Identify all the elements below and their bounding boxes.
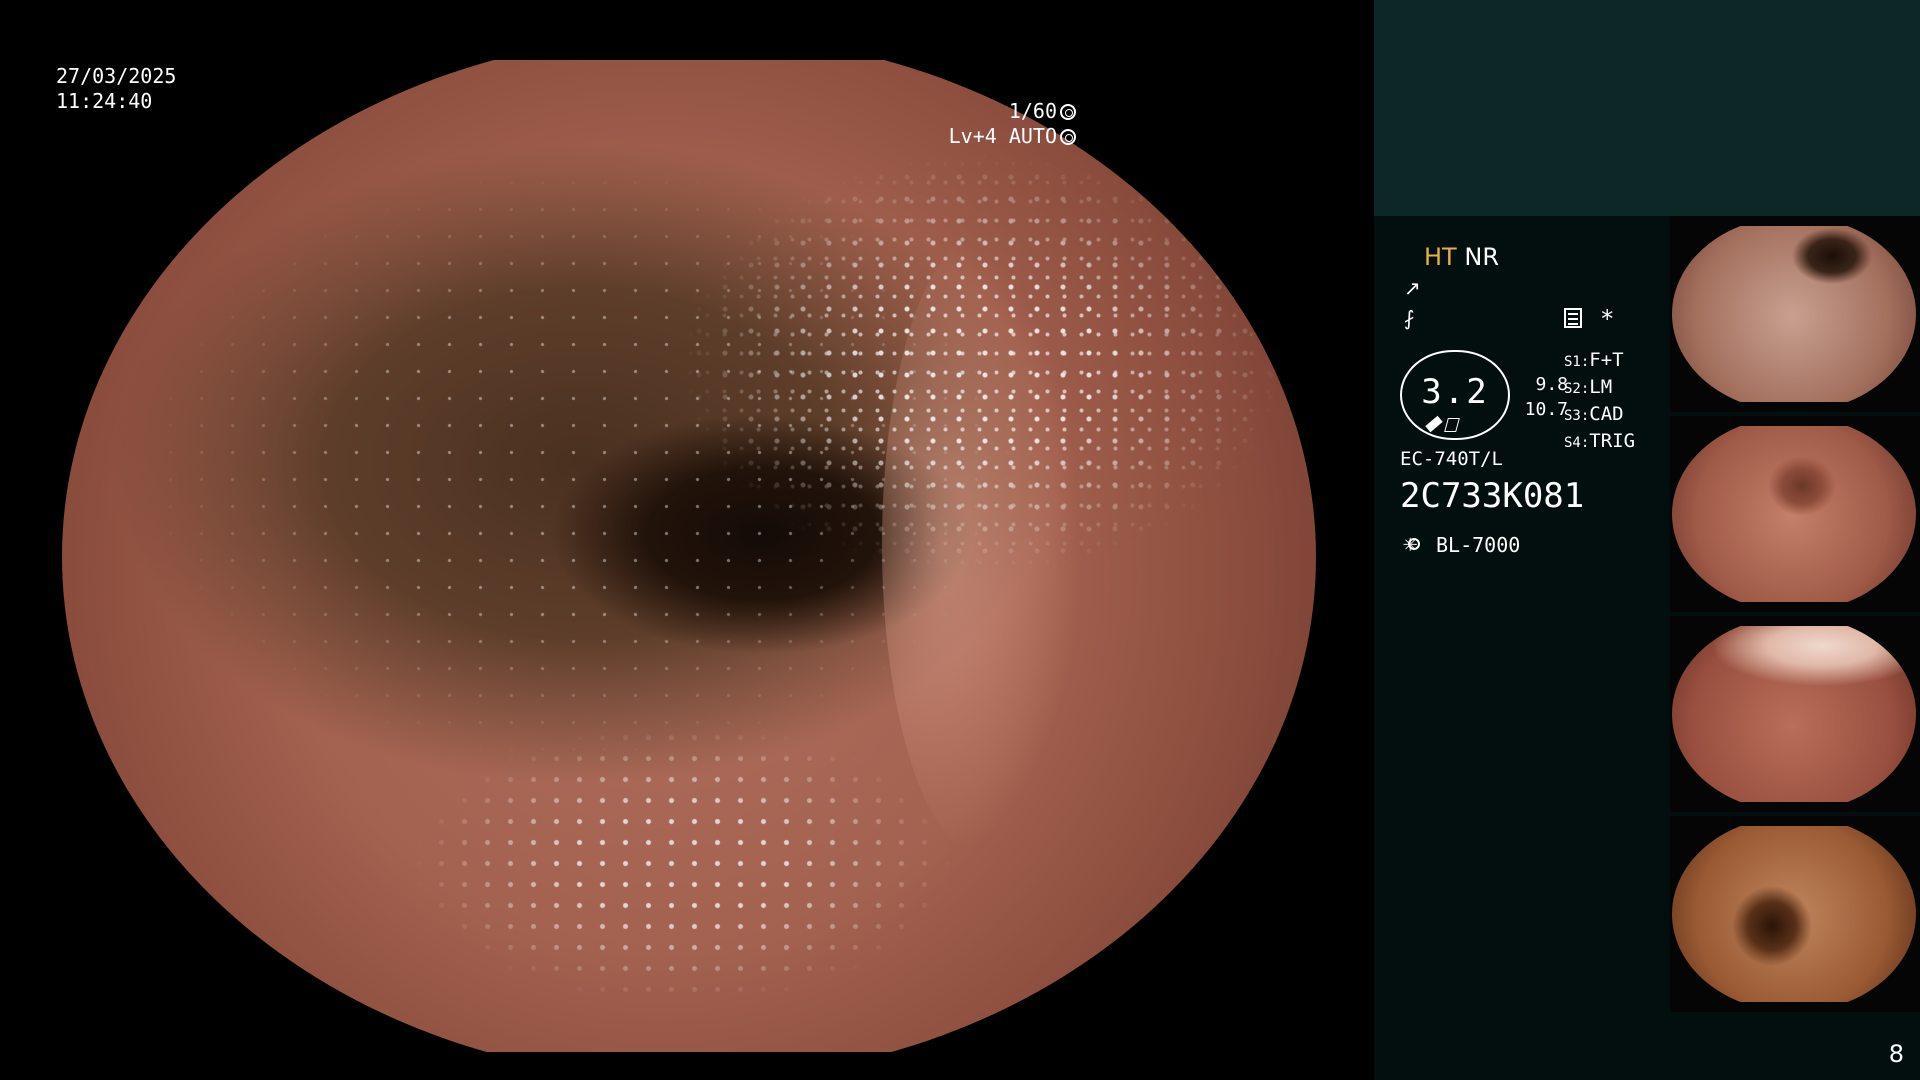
scope-serial: 2C733K081 bbox=[1400, 476, 1585, 516]
gauge-value: 3.2 bbox=[1421, 372, 1489, 412]
switch-slot: S2:LM bbox=[1564, 376, 1613, 398]
enhance-curve-icon: ↗ bbox=[1404, 276, 1421, 300]
thumbnail-image bbox=[1672, 426, 1916, 602]
scale-value-1: 9.8 bbox=[1535, 374, 1568, 395]
scope-model: EC-740T/L bbox=[1400, 448, 1503, 470]
switch-slot: S4:TRIG bbox=[1564, 430, 1636, 452]
pen-icon bbox=[1425, 415, 1443, 433]
contrast-icon: ⨏ bbox=[1404, 306, 1415, 330]
magnification-gauge: 3.2 bbox=[1400, 350, 1510, 440]
frame-icon bbox=[1444, 418, 1460, 432]
light-source-icon bbox=[1402, 530, 1428, 558]
capture-thumbnail[interactable] bbox=[1670, 416, 1920, 612]
light-source-label: BL-7000 bbox=[1436, 533, 1521, 557]
star-marker: * bbox=[1600, 305, 1615, 333]
thumbnail-image bbox=[1672, 226, 1916, 402]
capture-thumbnail[interactable] bbox=[1670, 816, 1920, 1012]
thumbnail-image bbox=[1672, 626, 1916, 802]
light-level: Lv+4 AUTO bbox=[948, 124, 1057, 148]
exposure-display: 1/60 Lv+4 AUTO bbox=[949, 99, 1076, 149]
shutter-speed: 1/60 bbox=[1008, 99, 1057, 123]
time-text: 11:24:40 bbox=[56, 89, 153, 113]
image-enhancement-mode: HT NR bbox=[1424, 243, 1499, 271]
scale-value-2: 10.7 bbox=[1524, 399, 1568, 420]
date-text: 27/03/2025 bbox=[56, 64, 177, 88]
settings-icon bbox=[1564, 308, 1582, 328]
endoscopy-main-view bbox=[62, 60, 1316, 1052]
page-number: 8 bbox=[1888, 1040, 1904, 1068]
nr-label: NR bbox=[1464, 243, 1499, 271]
datetime-display: 27/03/2025 11:24:40 bbox=[56, 64, 176, 114]
auto-iris-icon bbox=[1060, 128, 1076, 145]
switch-slot: S1:F+T bbox=[1564, 349, 1624, 371]
scale-values: 9.8 10.7 bbox=[1516, 372, 1568, 422]
capture-thumbnail[interactable] bbox=[1670, 616, 1920, 812]
aperture-icon bbox=[1060, 103, 1076, 120]
switch-slot: S3:CAD bbox=[1564, 403, 1624, 425]
switch-assignments: S1:F+T S2:LM S3:CAD S4:TRIG bbox=[1564, 348, 1635, 456]
panel-header-area bbox=[1374, 0, 1920, 216]
light-source: BL-7000 bbox=[1402, 530, 1521, 558]
bubbles-lower bbox=[62, 60, 1316, 1052]
ht-label: HT bbox=[1424, 243, 1457, 271]
thumbnail-image bbox=[1672, 826, 1916, 1002]
capture-thumbnail[interactable] bbox=[1670, 216, 1920, 412]
